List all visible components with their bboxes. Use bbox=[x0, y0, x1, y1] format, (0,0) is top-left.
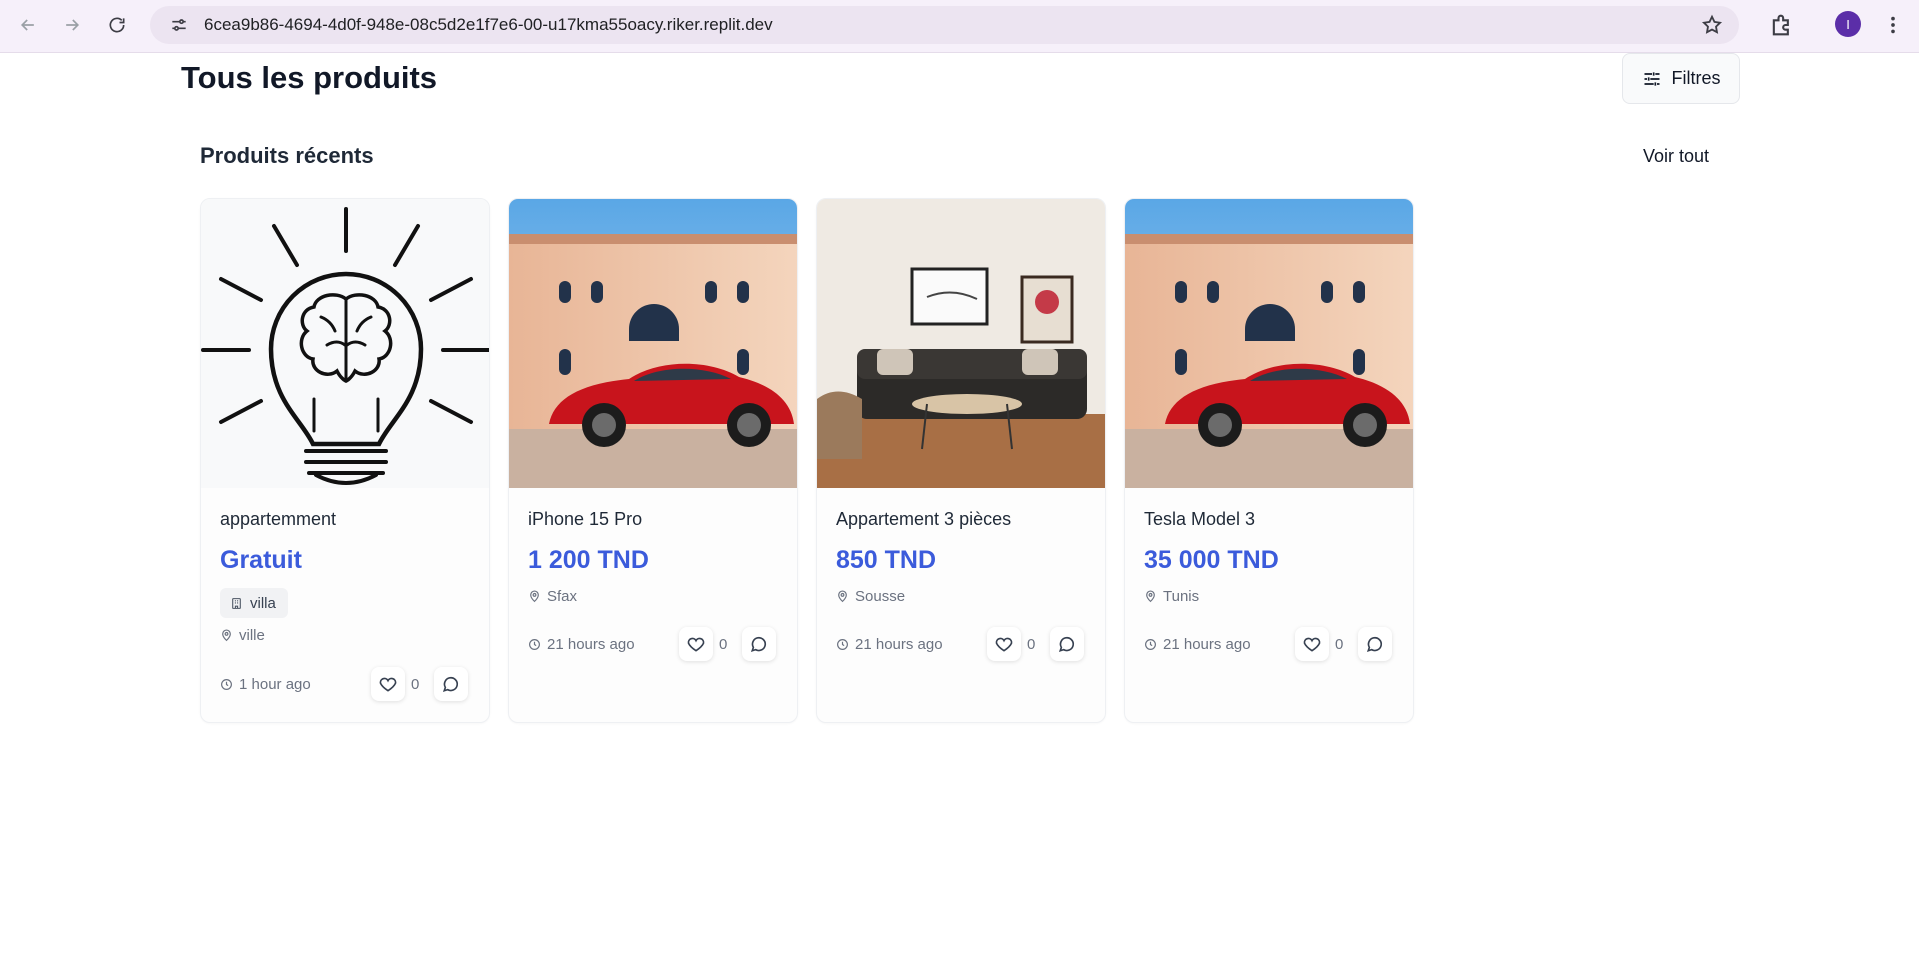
url-text[interactable]: 6cea9b86-4694-4d0f-948e-08c5d2e1f7e6-00-… bbox=[204, 15, 773, 35]
like-count: 0 bbox=[1335, 636, 1344, 653]
product-card[interactable]: iPhone 15 Pro 1 200 TND Sfax 21 hours ag… bbox=[508, 198, 798, 723]
red-car-villa-photo bbox=[509, 199, 797, 488]
message-circle-icon bbox=[1058, 637, 1074, 653]
map-pin-icon bbox=[838, 590, 847, 603]
filters-label: Filtres bbox=[1671, 68, 1721, 88]
product-time: 21 hours ago bbox=[1144, 636, 1251, 653]
profile-avatar[interactable]: I bbox=[1835, 11, 1861, 37]
time-text: 1 hour ago bbox=[239, 676, 311, 693]
comment-button[interactable] bbox=[434, 667, 468, 701]
clock-icon bbox=[529, 639, 540, 650]
site-settings-icon[interactable] bbox=[168, 14, 190, 36]
product-title[interactable]: Tesla Model 3 bbox=[1144, 509, 1255, 530]
location-text: Sfax bbox=[547, 588, 578, 605]
see-all-link[interactable]: Voir tout bbox=[1643, 146, 1709, 167]
address-bar[interactable]: 6cea9b86-4694-4d0f-948e-08c5d2e1f7e6-00-… bbox=[150, 6, 1739, 44]
heart-icon bbox=[995, 637, 1013, 652]
product-price: 850 TND bbox=[836, 546, 937, 574]
section-title: Produits récents bbox=[200, 143, 374, 168]
location-text: Tunis bbox=[1163, 588, 1200, 605]
page-title: Tous les produits bbox=[181, 60, 438, 95]
like-button[interactable] bbox=[679, 627, 713, 661]
map-pin-icon bbox=[530, 590, 539, 603]
extensions-icon[interactable] bbox=[1768, 11, 1796, 39]
living-room-photo bbox=[817, 199, 1105, 488]
like-count: 0 bbox=[411, 676, 420, 693]
message-circle-icon bbox=[750, 637, 766, 653]
category-tag: villa bbox=[220, 588, 288, 618]
reload-button[interactable] bbox=[102, 10, 132, 40]
clock-icon bbox=[837, 639, 848, 650]
comment-button[interactable] bbox=[1050, 627, 1084, 661]
comment-button[interactable] bbox=[742, 627, 776, 661]
back-button[interactable] bbox=[13, 10, 43, 40]
time-text: 21 hours ago bbox=[1163, 636, 1251, 653]
clock-icon bbox=[221, 679, 232, 690]
arrow-left-icon bbox=[20, 19, 34, 31]
like-count: 0 bbox=[1027, 636, 1036, 653]
product-time: 1 hour ago bbox=[220, 676, 311, 693]
product-image[interactable] bbox=[509, 199, 797, 488]
like-button[interactable] bbox=[1295, 627, 1329, 661]
product-location: Sfax bbox=[528, 588, 577, 605]
kebab-menu-icon[interactable] bbox=[1882, 11, 1904, 39]
product-location: ville bbox=[220, 627, 265, 644]
heart-icon bbox=[687, 637, 705, 652]
heart-icon bbox=[379, 677, 397, 692]
product-image[interactable] bbox=[817, 199, 1105, 488]
product-price: 1 200 TND bbox=[528, 546, 649, 574]
product-card[interactable]: Tesla Model 3 35 000 TND Tunis 21 hours … bbox=[1124, 198, 1414, 723]
bookmark-star-icon[interactable] bbox=[1701, 14, 1723, 36]
product-card[interactable]: Appartement 3 pièces 850 TND Sousse 21 h… bbox=[816, 198, 1106, 723]
location-text: Sousse bbox=[855, 588, 906, 605]
map-pin-icon bbox=[222, 629, 231, 642]
product-card[interactable]: appartemment Gratuit villa ville 1 hour … bbox=[200, 198, 490, 723]
arrow-right-icon bbox=[66, 19, 80, 31]
message-circle-icon bbox=[442, 677, 458, 693]
filters-button[interactable]: Filtres bbox=[1622, 53, 1740, 104]
category-label: villa bbox=[250, 594, 276, 612]
product-title[interactable]: Appartement 3 pièces bbox=[836, 509, 1011, 530]
like-button[interactable] bbox=[987, 627, 1021, 661]
clock-icon bbox=[1145, 639, 1156, 650]
browser-toolbar: 6cea9b86-4694-4d0f-948e-08c5d2e1f7e6-00-… bbox=[0, 0, 1919, 53]
red-car-villa-photo bbox=[1125, 199, 1413, 488]
like-button[interactable] bbox=[371, 667, 405, 701]
map-pin-icon bbox=[1146, 590, 1155, 603]
product-image[interactable] bbox=[1125, 199, 1413, 488]
product-title[interactable]: iPhone 15 Pro bbox=[528, 509, 642, 530]
location-text: ville bbox=[239, 627, 265, 644]
lightbulb-brain-icon bbox=[201, 199, 489, 488]
heart-icon bbox=[1303, 637, 1321, 652]
product-location: Sousse bbox=[836, 588, 905, 605]
comment-button[interactable] bbox=[1358, 627, 1392, 661]
product-time: 21 hours ago bbox=[836, 636, 943, 653]
product-price: Gratuit bbox=[220, 546, 302, 574]
product-image[interactable] bbox=[201, 199, 489, 488]
time-text: 21 hours ago bbox=[855, 636, 943, 653]
product-title[interactable]: appartemment bbox=[220, 509, 336, 530]
sliders-icon bbox=[1644, 71, 1659, 86]
building-icon bbox=[232, 597, 241, 609]
product-location: Tunis bbox=[1144, 588, 1199, 605]
forward-button[interactable] bbox=[57, 10, 87, 40]
time-text: 21 hours ago bbox=[547, 636, 635, 653]
message-circle-icon bbox=[1366, 637, 1382, 653]
reload-icon bbox=[109, 17, 125, 33]
product-time: 21 hours ago bbox=[528, 636, 635, 653]
product-price: 35 000 TND bbox=[1144, 546, 1279, 574]
like-count: 0 bbox=[719, 636, 728, 653]
